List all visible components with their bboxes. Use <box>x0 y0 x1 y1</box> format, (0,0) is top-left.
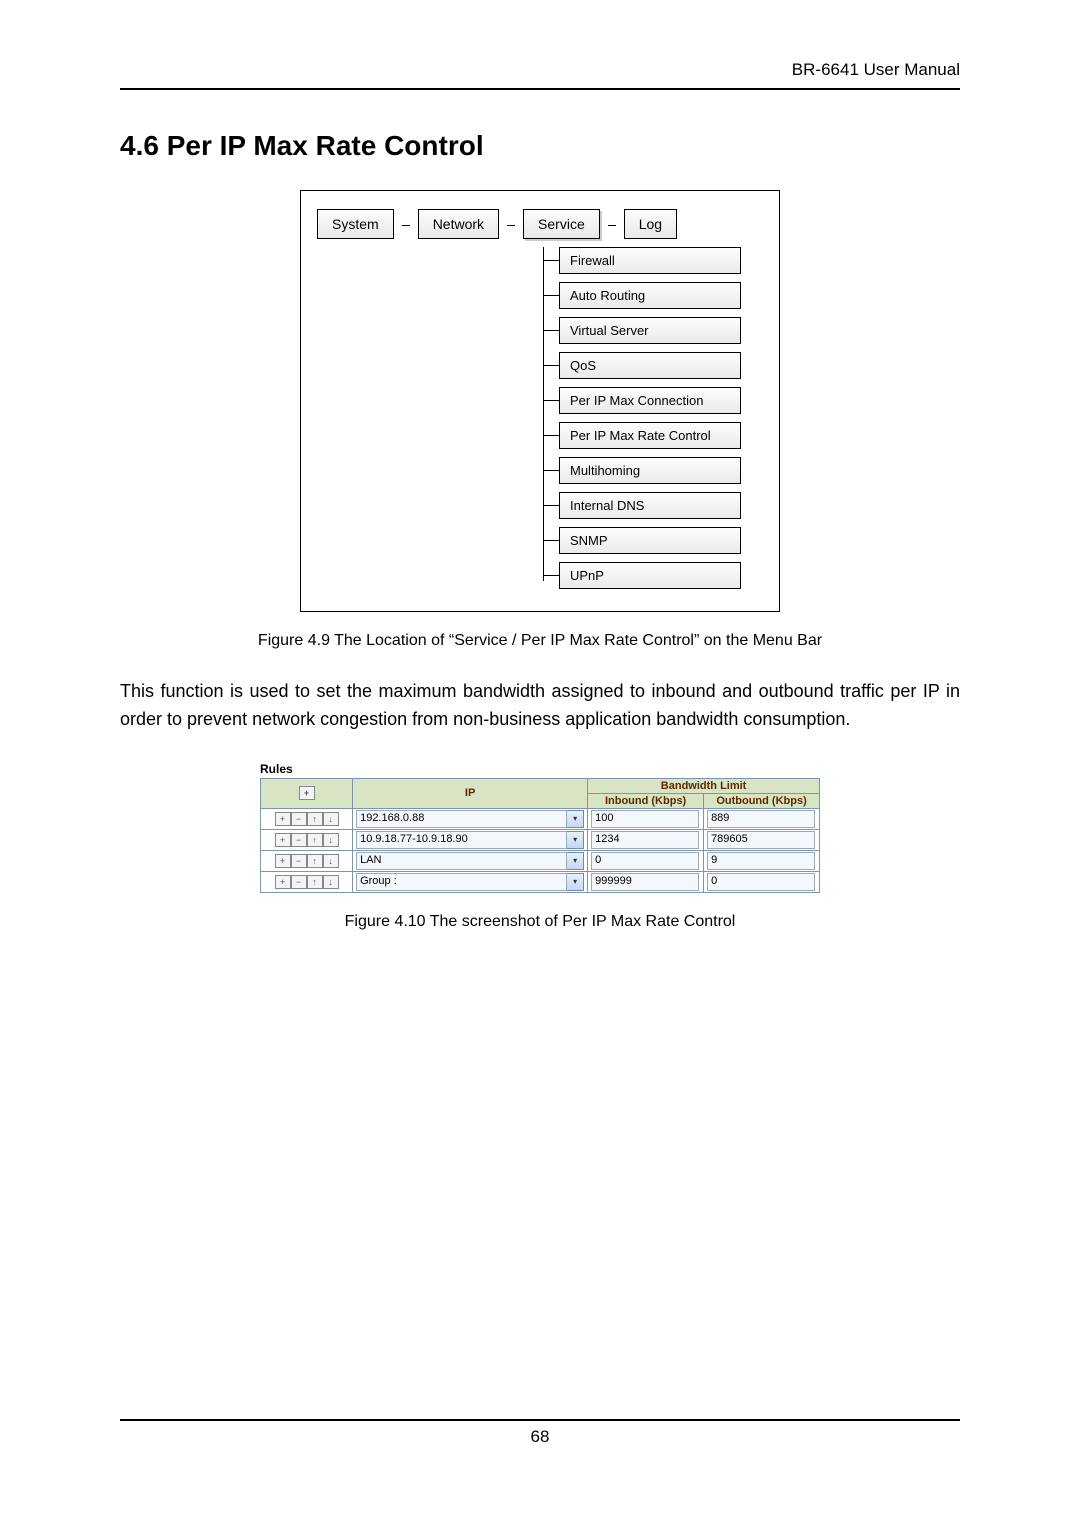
section-title: 4.6 Per IP Max Rate Control <box>120 130 960 162</box>
page-footer: 68 <box>120 1419 960 1447</box>
service-subtree: Firewall Auto Routing Virtual Server QoS… <box>543 247 767 589</box>
svc-label: Internal DNS <box>559 492 741 519</box>
tab-network[interactable]: Network <box>418 209 499 239</box>
table-row: +−↑↓ 10.9.18.77-10.9.18.90▾ 1234 789605 <box>261 829 820 850</box>
inbound-input[interactable]: 999999 <box>591 873 699 891</box>
rules-tbody: +−↑↓ 192.168.0.88▾ 100 889 +−↑↓ 10.9.18.… <box>261 808 820 892</box>
tab-system[interactable]: System <box>317 209 394 239</box>
col-inbound: Inbound (Kbps) <box>588 793 704 808</box>
row-actions[interactable]: +−↑↓ <box>261 808 353 829</box>
svc-label: Per IP Max Rate Control <box>559 422 741 449</box>
svc-item-multihoming[interactable]: Multihoming <box>543 457 767 484</box>
svc-item-autorouting[interactable]: Auto Routing <box>543 282 767 309</box>
svc-item-snmp[interactable]: SNMP <box>543 527 767 554</box>
tab-connector <box>402 225 410 239</box>
ip-select[interactable]: Group :▾ <box>356 873 584 891</box>
svc-item-peripmaxconn[interactable]: Per IP Max Connection <box>543 387 767 414</box>
del-icon[interactable]: − <box>291 875 307 889</box>
table-row: +−↑↓ Group :▾ 999999 0 <box>261 871 820 892</box>
row-actions[interactable]: +−↑↓ <box>261 871 353 892</box>
page-header: BR-6641 User Manual <box>120 60 960 90</box>
down-icon[interactable]: ↓ <box>323 875 339 889</box>
header-right: BR-6641 User Manual <box>792 60 960 79</box>
add-icon[interactable]: + <box>299 786 315 800</box>
svc-label: Auto Routing <box>559 282 741 309</box>
del-icon[interactable]: − <box>291 854 307 868</box>
inbound-input[interactable]: 100 <box>591 810 699 828</box>
tab-connector <box>608 225 616 239</box>
ip-value[interactable]: 192.168.0.88 <box>356 810 567 828</box>
up-icon[interactable]: ↑ <box>307 854 323 868</box>
figure-49-caption: Figure 4.9 The Location of “Service / Pe… <box>120 632 960 650</box>
svc-item-idns[interactable]: Internal DNS <box>543 492 767 519</box>
row-actions[interactable]: +−↑↓ <box>261 829 353 850</box>
add-icon[interactable]: + <box>275 875 291 889</box>
chevron-down-icon[interactable]: ▾ <box>567 873 584 891</box>
table-row: +−↑↓ LAN▾ 0 9 <box>261 850 820 871</box>
outbound-input[interactable]: 789605 <box>707 831 815 849</box>
rules-figure: Rules + IP Bandwidth Limit Inbound (Kbps… <box>260 762 820 893</box>
col-ip: IP <box>353 778 588 808</box>
row-actions[interactable]: +−↑↓ <box>261 850 353 871</box>
svc-label: Firewall <box>559 247 741 274</box>
menu-tab-row: System Network Service Log <box>317 209 767 239</box>
svc-item-upnp[interactable]: UPnP <box>543 562 767 589</box>
tree-vline <box>543 247 544 581</box>
svc-item-virtualserver[interactable]: Virtual Server <box>543 317 767 344</box>
up-icon[interactable]: ↑ <box>307 875 323 889</box>
ip-value[interactable]: Group : <box>356 873 567 891</box>
col-add[interactable]: + <box>261 778 353 808</box>
svc-item-peripmaxrate[interactable]: Per IP Max Rate Control <box>543 422 767 449</box>
add-icon[interactable]: + <box>275 854 291 868</box>
inbound-input[interactable]: 0 <box>591 852 699 870</box>
body-paragraph: This function is used to set the maximum… <box>120 678 960 734</box>
ip-value[interactable]: 10.9.18.77-10.9.18.90 <box>356 831 567 849</box>
col-bw-group: Bandwidth Limit <box>588 778 820 793</box>
down-icon[interactable]: ↓ <box>323 854 339 868</box>
svc-label: Multihoming <box>559 457 741 484</box>
chevron-down-icon[interactable]: ▾ <box>567 810 584 828</box>
del-icon[interactable]: − <box>291 812 307 826</box>
col-outbound: Outbound (Kbps) <box>704 793 820 808</box>
svc-label: QoS <box>559 352 741 379</box>
down-icon[interactable]: ↓ <box>323 833 339 847</box>
outbound-input[interactable]: 0 <box>707 873 815 891</box>
ip-select[interactable]: 192.168.0.88▾ <box>356 810 584 828</box>
rules-table: + IP Bandwidth Limit Inbound (Kbps) Outb… <box>260 778 820 893</box>
svc-item-firewall[interactable]: Firewall <box>543 247 767 274</box>
menu-figure: System Network Service Log Firewall Auto… <box>300 190 780 612</box>
ip-select[interactable]: LAN▾ <box>356 852 584 870</box>
add-icon[interactable]: + <box>275 833 291 847</box>
up-icon[interactable]: ↑ <box>307 812 323 826</box>
figure-410-caption: Figure 4.10 The screenshot of Per IP Max… <box>120 913 960 931</box>
ip-value[interactable]: LAN <box>356 852 567 870</box>
add-icon[interactable]: + <box>275 812 291 826</box>
table-row: +−↑↓ 192.168.0.88▾ 100 889 <box>261 808 820 829</box>
svc-label: UPnP <box>559 562 741 589</box>
up-icon[interactable]: ↑ <box>307 833 323 847</box>
tab-connector <box>507 225 515 239</box>
tab-service[interactable]: Service <box>523 209 600 239</box>
svc-label: Per IP Max Connection <box>559 387 741 414</box>
del-icon[interactable]: − <box>291 833 307 847</box>
rules-title: Rules <box>260 762 820 776</box>
ip-select[interactable]: 10.9.18.77-10.9.18.90▾ <box>356 831 584 849</box>
page-number: 68 <box>531 1427 550 1446</box>
chevron-down-icon[interactable]: ▾ <box>567 831 584 849</box>
tab-log[interactable]: Log <box>624 209 677 239</box>
outbound-input[interactable]: 9 <box>707 852 815 870</box>
down-icon[interactable]: ↓ <box>323 812 339 826</box>
svc-label: Virtual Server <box>559 317 741 344</box>
outbound-input[interactable]: 889 <box>707 810 815 828</box>
svc-label: SNMP <box>559 527 741 554</box>
svc-item-qos[interactable]: QoS <box>543 352 767 379</box>
inbound-input[interactable]: 1234 <box>591 831 699 849</box>
chevron-down-icon[interactable]: ▾ <box>567 852 584 870</box>
